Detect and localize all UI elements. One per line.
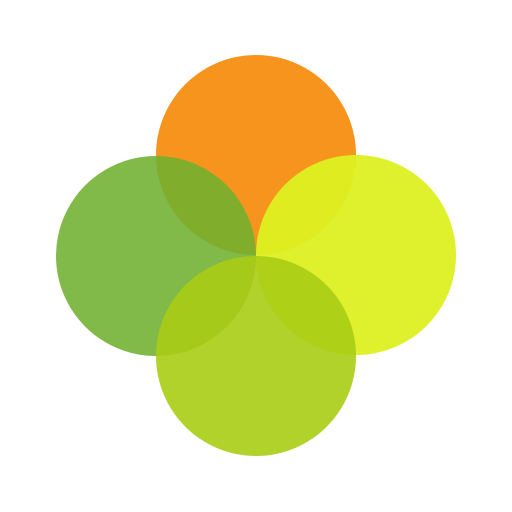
four-circle-logo (0, 0, 512, 512)
bottom-circle (156, 256, 356, 456)
